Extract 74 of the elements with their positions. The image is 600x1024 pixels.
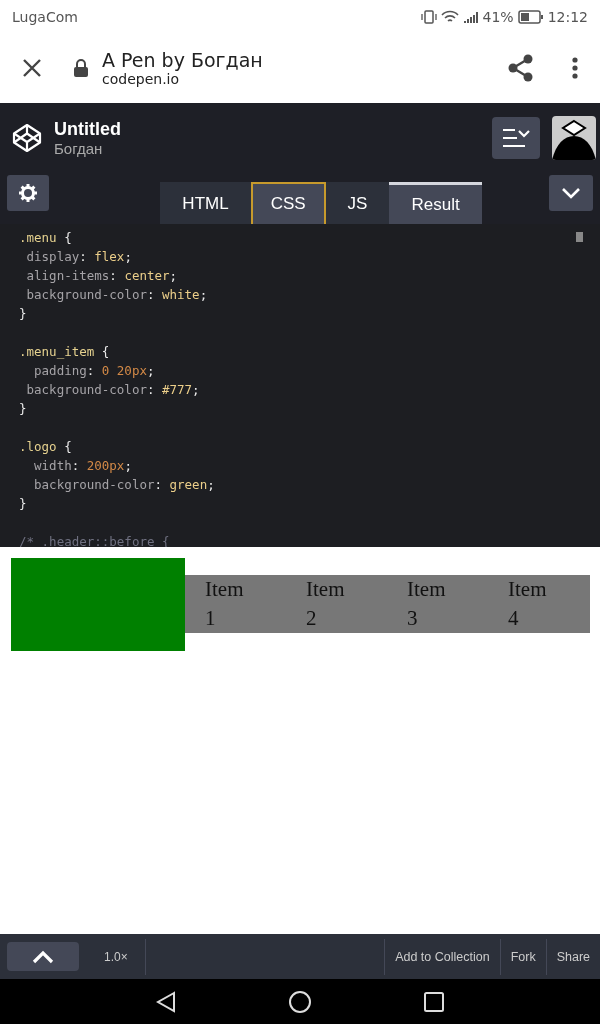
settings-button[interactable] — [7, 175, 49, 212]
expand-console-button[interactable] — [7, 942, 79, 972]
code-token: ; — [146, 363, 155, 379]
lines-check-icon — [502, 127, 530, 150]
page-title: A Pen by Богдан — [102, 49, 264, 72]
code-token: 0 20px — [101, 363, 147, 379]
code-token: { — [101, 344, 110, 360]
wifi-icon — [440, 9, 459, 24]
settings-icon — [19, 184, 37, 203]
code-token: flex — [94, 249, 125, 265]
code-token: : — [146, 287, 156, 303]
recents-icon[interactable] — [424, 991, 444, 1012]
action-link[interactable]: Fork — [499, 938, 546, 975]
editor-tab[interactable]: HTML — [160, 182, 251, 225]
editor-tab[interactable]: Result — [389, 182, 482, 225]
avatar-image[interactable] — [552, 116, 596, 161]
zoom-button[interactable]: 1.0× — [79, 938, 146, 975]
code-token: .logo — [19, 439, 58, 455]
code-token: .menu_item — [19, 344, 96, 360]
code-token: : — [86, 363, 96, 379]
code-token: background-color — [25, 287, 147, 303]
pen-title: Untitled — [54, 119, 122, 141]
lock-icon — [74, 59, 88, 78]
code-token: 200px — [86, 458, 125, 474]
signal-icon — [462, 9, 479, 24]
share-icon[interactable] — [508, 54, 534, 83]
cube-logo-icon[interactable] — [12, 123, 42, 154]
chevron-up-icon — [32, 949, 54, 964]
code-token: background-color — [25, 382, 147, 398]
code-token: { — [64, 439, 72, 455]
code-token: ; — [169, 268, 178, 284]
code-token: green — [169, 477, 208, 493]
editor-tab[interactable]: JS — [325, 182, 390, 225]
code-token: { — [64, 230, 72, 246]
code-token: : — [109, 268, 118, 284]
layout-button[interactable] — [492, 117, 540, 160]
battery-percent: 41% — [482, 8, 514, 25]
action-link[interactable]: Add to Collection — [384, 938, 500, 975]
code-token: center — [124, 268, 170, 284]
code-token: align-items — [25, 268, 110, 284]
close-icon[interactable] — [22, 58, 42, 79]
collapse-button[interactable] — [549, 175, 593, 212]
code-token: : — [79, 249, 88, 265]
scrollbar-thumb[interactable] — [576, 232, 583, 243]
code-token: ; — [199, 287, 208, 303]
more-options-icon[interactable] — [572, 57, 578, 80]
code-token: display — [25, 249, 80, 265]
code-token: ; — [124, 458, 132, 474]
code-token: : — [154, 477, 163, 493]
home-icon[interactable] — [288, 989, 312, 1014]
code-token: white — [162, 287, 200, 303]
code-token: background-color — [33, 477, 155, 493]
code-token: ; — [124, 249, 132, 265]
code-token: .menu — [19, 230, 58, 246]
page-url: codepen.io — [102, 71, 181, 88]
code-token: padding — [33, 363, 87, 379]
action-link[interactable]: Share — [545, 938, 600, 975]
code-token: width — [33, 458, 72, 474]
code-token: } — [19, 401, 27, 417]
code-token: : — [146, 382, 156, 398]
code-token: #777 — [162, 382, 193, 398]
battery-icon — [517, 9, 544, 24]
code-token: : — [71, 458, 81, 474]
chevron-down-icon — [561, 187, 581, 200]
clock-time: 12:12 — [547, 8, 588, 25]
pen-author: Богдан — [54, 140, 104, 158]
editor-tab[interactable]: CSS — [250, 182, 326, 225]
code-token: ; — [207, 477, 215, 493]
vibrate-icon — [420, 8, 437, 25]
carrier-name: LugaCom — [12, 8, 78, 25]
code-token: } — [19, 496, 27, 512]
code-token: ; — [192, 382, 200, 398]
back-icon[interactable] — [156, 990, 176, 1013]
code-token: } — [19, 306, 27, 322]
